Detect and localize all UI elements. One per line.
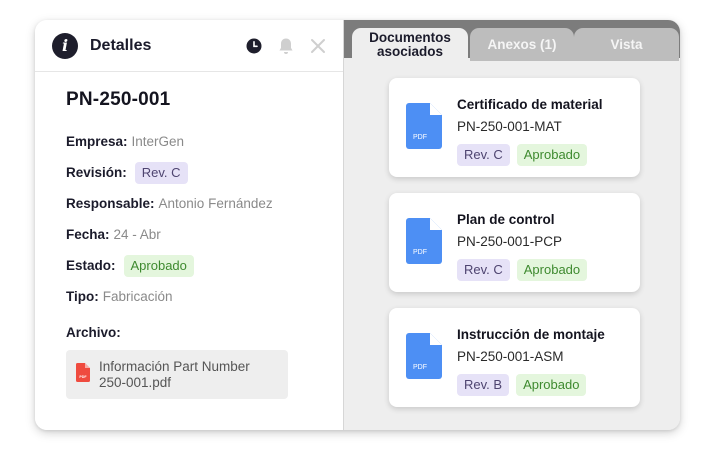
field-label: Estado: bbox=[66, 258, 116, 273]
field-value: 24 - Abr bbox=[113, 227, 161, 242]
file-name-line1: Información Part Number bbox=[99, 358, 250, 374]
field-label: Revisión: bbox=[66, 165, 127, 180]
field-estado: Estado: Aprobado bbox=[66, 250, 343, 281]
field-label: Fecha: bbox=[66, 227, 110, 242]
svg-text:PDF: PDF bbox=[413, 134, 427, 141]
tab-label-line2: asociados bbox=[376, 44, 443, 59]
field-label: Empresa: bbox=[66, 134, 128, 149]
pdf-file-icon: PDF bbox=[76, 362, 90, 387]
documents-panel: Documentos asociados Anexos (1) Vista PD… bbox=[343, 20, 680, 430]
field-value: Antonio Fernández bbox=[158, 196, 273, 211]
field-value: Fabricación bbox=[102, 289, 173, 304]
field-fecha: Fecha: 24 - Abr bbox=[66, 219, 343, 250]
field-label: Tipo: bbox=[66, 289, 99, 304]
revision-badge: Rev. B bbox=[457, 374, 510, 396]
document-code: PN-250-001-PCP bbox=[457, 234, 563, 249]
document-badges: Rev. B Aprobado bbox=[457, 374, 587, 396]
status-badge: Aprobado bbox=[123, 254, 194, 277]
field-tipo: Tipo: Fabricación bbox=[66, 281, 343, 312]
status-badge: Aprobado bbox=[516, 259, 588, 281]
tab-vista[interactable]: Vista bbox=[574, 28, 679, 61]
archivo-label: Archivo: bbox=[66, 325, 121, 340]
document-number: PN-250-001 bbox=[66, 89, 171, 110]
bell-icon[interactable] bbox=[277, 37, 295, 55]
header-actions bbox=[245, 37, 327, 55]
document-title: Certificado de material bbox=[457, 97, 603, 112]
file-name: Información Part Number 250-001.pdf bbox=[99, 359, 250, 391]
document-code: PN-250-001-MAT bbox=[457, 119, 562, 134]
details-body: PN-250-001 Empresa: InterGen Revisión: R… bbox=[35, 72, 343, 399]
document-title: Plan de control bbox=[457, 212, 555, 227]
document-badges: Rev. C Aprobado bbox=[457, 259, 588, 281]
document-card[interactable]: PDF Instrucción de montaje PN-250-001-AS… bbox=[389, 308, 640, 407]
attached-file[interactable]: PDF Información Part Number 250-001.pdf bbox=[66, 350, 288, 399]
tab-documentos-asociados[interactable]: Documentos asociados bbox=[352, 28, 468, 62]
details-header: i Detalles bbox=[35, 20, 343, 72]
pdf-file-icon: PDF bbox=[406, 218, 442, 269]
info-icon: i bbox=[52, 32, 78, 59]
svg-text:PDF: PDF bbox=[413, 249, 427, 256]
document-title: Instrucción de montaje bbox=[457, 327, 605, 342]
document-code: PN-250-001-ASM bbox=[457, 349, 564, 364]
field-label: Responsable: bbox=[66, 196, 155, 211]
tab-label-line1: Documentos bbox=[369, 30, 451, 45]
status-badge: Aprobado bbox=[516, 144, 588, 166]
revision-badge: Rev. C bbox=[457, 144, 510, 166]
revision-badge: Rev. C bbox=[457, 259, 510, 281]
field-empresa: Empresa: InterGen bbox=[66, 126, 343, 157]
svg-text:PDF: PDF bbox=[413, 364, 427, 371]
pdf-file-icon: PDF bbox=[406, 103, 442, 154]
tab-anexos[interactable]: Anexos (1) bbox=[470, 28, 574, 61]
status-badge: Aprobado bbox=[516, 374, 587, 396]
field-value: InterGen bbox=[131, 134, 185, 149]
pdf-file-icon: PDF bbox=[406, 333, 442, 384]
document-details-window: i Detalles PN-250-001 Empresa: InterGen bbox=[35, 20, 680, 430]
details-title: Detalles bbox=[90, 36, 152, 54]
file-name-line2: 250-001.pdf bbox=[99, 374, 172, 390]
close-icon[interactable] bbox=[309, 37, 327, 55]
svg-text:PDF: PDF bbox=[79, 375, 87, 379]
document-badges: Rev. C Aprobado bbox=[457, 144, 588, 166]
tab-label: Vista bbox=[610, 36, 643, 52]
field-responsable: Responsable: Antonio Fernández bbox=[66, 188, 343, 219]
document-card[interactable]: PDF Plan de control PN-250-001-PCP Rev. … bbox=[389, 193, 640, 292]
document-card[interactable]: PDF Certificado de material PN-250-001-M… bbox=[389, 78, 640, 177]
details-panel: i Detalles PN-250-001 Empresa: InterGen bbox=[35, 20, 343, 430]
tab-label: Anexos (1) bbox=[487, 36, 557, 52]
clock-icon[interactable] bbox=[245, 37, 263, 55]
revision-badge: Rev. C bbox=[134, 161, 188, 184]
field-revision: Revisión: Rev. C bbox=[66, 157, 343, 188]
